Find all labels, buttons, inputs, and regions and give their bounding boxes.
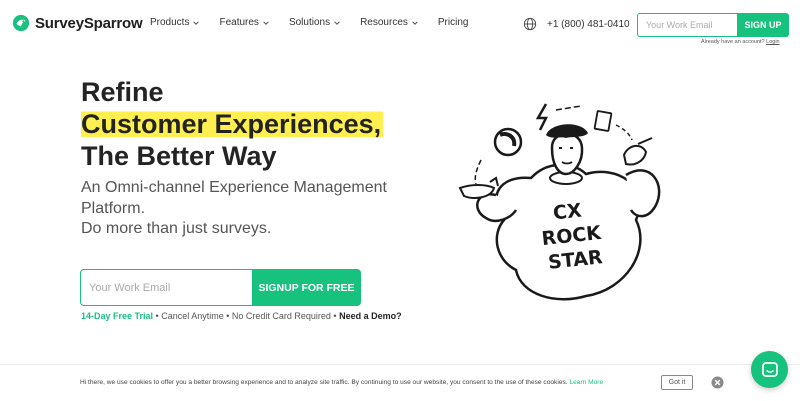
hero-subtitle-line-2: Platform. [81,199,146,217]
cookie-accept-button[interactable]: Got it [661,375,693,390]
hero-notes-text: • Cancel Anytime • No Credit Card Requir… [153,311,340,321]
cookie-text: Hi there, we use cookies to offer you a … [80,379,603,386]
hero-title-highlight: Customer Experiences, [81,109,384,139]
need-demo-link[interactable]: Need a Demo? [339,311,402,321]
cookie-learn-more-link[interactable]: Learn More [569,379,603,386]
menu-products[interactable]: Products [150,17,200,28]
hero-title: Refine Customer Experiences, The Better … [81,76,384,172]
cookie-message: Hi there, we use cookies to offer you a … [80,379,570,386]
main-menu: Products Features Solutions Resources Pr… [150,17,487,28]
menu-resources[interactable]: Resources [360,17,419,28]
chevron-down-icon [334,20,340,25]
sparrow-logo-icon [12,14,30,32]
menu-pricing[interactable]: Pricing [438,17,469,28]
chevron-down-icon [263,20,269,25]
nav-email-input[interactable] [637,13,737,37]
chat-icon [761,361,778,377]
hero-subtitle-line-3: Do more than just surveys. [81,220,272,237]
hero-title-line-1: Refine [81,77,164,107]
logo[interactable]: SurveySparrow [12,14,143,32]
login-link[interactable]: Login [766,39,779,45]
menu-resources-label: Resources [360,17,408,28]
menu-features-label: Features [219,17,259,28]
signup-for-free-button[interactable]: SIGNUP FOR FREE [252,269,361,306]
logo-text: SurveySparrow [35,14,143,32]
phone-contact[interactable]: +1 (800) 481-0410 [523,17,630,31]
hero-subtitle: An Omni-channel Experience Management Pl… [81,178,387,240]
nav-signup-button[interactable]: SIGN UP [737,13,789,37]
close-icon[interactable] [711,376,724,389]
globe-icon[interactable] [523,17,537,31]
menu-solutions[interactable]: Solutions [289,17,341,28]
menu-products-label: Products [150,17,190,28]
top-nav: SurveySparrow Products Features Solution… [0,0,800,50]
login-prompt: Already have an account? [701,39,765,45]
login-hint: Already have an account? Login [701,39,780,45]
phone-number[interactable]: +1 (800) 481-0410 [547,19,630,30]
chevron-down-icon [193,20,200,25]
nav-signup-form: SIGN UP [637,13,789,37]
hero-email-input[interactable] [80,269,252,306]
menu-pricing-label: Pricing [437,17,469,28]
chevron-down-icon [412,20,418,25]
hero-title-line-3: The Better Way [81,141,277,171]
menu-solutions-label: Solutions [288,17,331,28]
hero-signup-form: SIGNUP FOR FREE [80,269,361,306]
hero-subtitle-line-1: An Omni-channel Experience Management [81,179,387,196]
cx-rockstar-illustration: CX ROCK STAR [458,103,661,301]
free-trial-note: 14-Day Free Trial [81,311,154,321]
illustration-cx-text: CX [552,200,583,225]
hero-notes: 14-Day Free Trial • Cancel Anytime • No … [81,311,402,321]
menu-features[interactable]: Features [219,17,269,28]
cookie-banner: Hi there, we use cookies to offer you a … [0,364,800,401]
chat-button[interactable] [751,351,788,388]
